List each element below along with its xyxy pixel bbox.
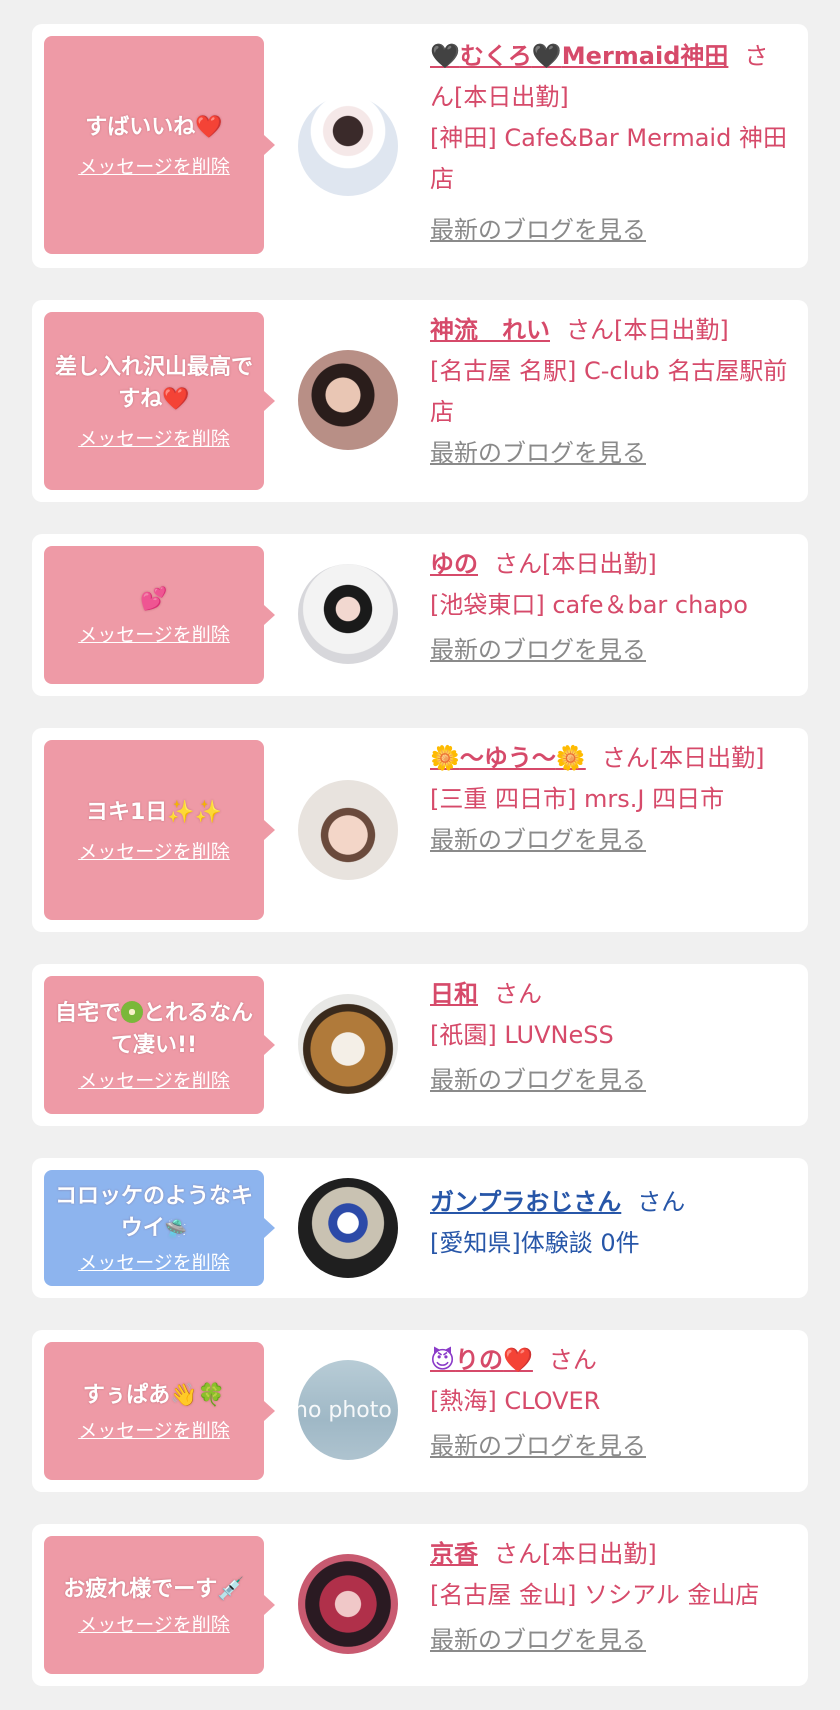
message-bubble: 💕 メッセージを削除	[44, 546, 275, 684]
shop-name: [名古屋 金山] ソシアル 金山店	[430, 1581, 760, 1609]
honorific: さん	[494, 1540, 542, 1568]
avatar[interactable]	[298, 96, 398, 196]
delete-message-link[interactable]: メッセージを削除	[78, 837, 230, 864]
reviewer-name-link[interactable]: ガンプラおじさん	[430, 1188, 621, 1216]
message-text: 💕	[140, 584, 167, 616]
list-item: 💕 メッセージを削除 ゆの さん[本日出勤] [池袋東口] cafe＆bar ch…	[32, 534, 808, 696]
delete-message-link[interactable]: メッセージを削除	[78, 1416, 230, 1443]
heart-icon: ❤️	[162, 386, 190, 412]
message-bubble: すばいいね❤️ メッセージを削除	[44, 36, 275, 254]
message-bubble: お疲れ様でーす💉 メッセージを削除	[44, 1536, 275, 1674]
flower-icon: 🌼	[555, 744, 586, 772]
delete-message-link[interactable]: メッセージを削除	[78, 1610, 230, 1637]
avatar[interactable]	[298, 780, 398, 880]
hearts-icon: 💕	[140, 586, 168, 612]
avatar[interactable]	[298, 564, 398, 664]
honorific: さん	[601, 744, 650, 772]
heart-icon: ❤️	[503, 1346, 533, 1374]
delete-message-link[interactable]: メッセージを削除	[78, 1248, 230, 1275]
ufo-icon: 🛸	[164, 1219, 188, 1240]
black-heart-icon: 🖤	[430, 42, 460, 70]
list-item: すばいいね❤️ メッセージを削除 🖤むくろ🖤Mermaid神田 さん[本日出勤] …	[32, 24, 808, 268]
delete-message-link[interactable]: メッセージを削除	[78, 1066, 230, 1093]
view-blog-link[interactable]: 最新のブログを見る	[430, 210, 790, 251]
view-blog-link[interactable]: 最新のブログを見る	[430, 820, 790, 861]
message-bubble: ヨキ1日✨✨ メッセージを削除	[44, 740, 275, 920]
no-photo-text: no photo	[298, 1398, 392, 1423]
kiwi-icon	[121, 1000, 143, 1023]
avatar[interactable]: no photo	[298, 1360, 398, 1460]
cast-info: 神流 れい さん[本日出勤] [名古屋 名駅] C-club 名古屋駅前店 最新の…	[430, 310, 790, 474]
black-heart-icon: 🖤	[531, 42, 562, 70]
avatar[interactable]	[298, 1178, 398, 1278]
cast-info: 日和 さん [祇園] LUVNeSS 最新のブログを見る	[430, 974, 790, 1101]
cast-name-link[interactable]: 🖤むくろ🖤Mermaid神田	[430, 42, 728, 70]
working-today-label: [本日出勤]	[649, 744, 765, 772]
avatar[interactable]	[298, 350, 398, 450]
sparkles-icon: ✨✨	[167, 799, 223, 825]
wave-clover-icon: 👋🍀	[170, 1382, 226, 1408]
message-list: すばいいね❤️ メッセージを削除 🖤むくろ🖤Mermaid神田 さん[本日出勤] …	[0, 0, 840, 1710]
view-blog-link[interactable]: 最新のブログを見る	[430, 630, 790, 671]
cast-info: 京香 さん[本日出勤] [名古屋 金山] ソシアル 金山店 最新のブログを見る	[430, 1534, 790, 1661]
view-blog-link[interactable]: 最新のブログを見る	[430, 433, 790, 474]
message-text: すばいいね❤️	[85, 114, 223, 140]
list-item: ヨキ1日✨✨ メッセージを削除 🌼～ゆう～🌼 さん[本日出勤] [三重 四日市] …	[32, 728, 808, 932]
honorific: さん	[494, 980, 542, 1008]
cast-info: 🖤むくろ🖤Mermaid神田 さん[本日出勤] [神田] Cafe&Bar Mer…	[430, 36, 790, 251]
shop-name: [三重 四日市] mrs.J 四日市	[430, 785, 725, 813]
view-blog-link[interactable]: 最新のブログを見る	[430, 1426, 790, 1467]
view-blog-link[interactable]: 最新のブログを見る	[430, 1620, 790, 1661]
honorific: さん	[566, 316, 614, 344]
message-text: コロッケのようなキウイ🛸	[54, 1184, 253, 1241]
avatar[interactable]	[298, 994, 398, 1094]
delete-message-link[interactable]: メッセージを削除	[78, 424, 230, 451]
cast-name-link[interactable]: 京香	[430, 1540, 478, 1568]
cast-info: ガンプラおじさん さん [愛知県]体験談 0件	[430, 1182, 790, 1264]
cast-info: 😈りの❤️ さん [熱海] CLOVER 最新のブログを見る	[430, 1340, 790, 1467]
message-text: 自宅で とれるなんて凄い!!	[54, 1000, 254, 1058]
message-bubble: コロッケのようなキウイ🛸 メッセージを削除	[44, 1170, 275, 1286]
cast-name-link[interactable]: 😈りの❤️	[430, 1346, 533, 1374]
view-blog-link[interactable]: 最新のブログを見る	[430, 1060, 790, 1101]
message-text: 差し入れ沢山最高ですね❤️	[54, 354, 253, 412]
working-today-label: [本日出勤]	[614, 316, 729, 344]
working-today-label: [本日出勤]	[542, 1540, 657, 1568]
shop-name: [祇園] LUVNeSS	[430, 1021, 614, 1049]
shop-name: [熱海] CLOVER	[430, 1387, 601, 1415]
working-today-label: [本日出勤]	[542, 550, 657, 578]
list-item: 自宅で とれるなんて凄い!! メッセージを削除 日和 さん [祇園] LUVNeSS…	[32, 964, 808, 1126]
cast-name-link[interactable]: 日和	[430, 980, 478, 1008]
shop-name: [池袋東口] cafe＆bar chapo	[430, 591, 748, 619]
list-item: 差し入れ沢山最高ですね❤️ メッセージを削除 神流 れい さん[本日出勤] [名古…	[32, 300, 808, 502]
cast-info: ゆの さん[本日出勤] [池袋東口] cafe＆bar chapo 最新のブログを…	[430, 544, 790, 671]
message-text: ヨキ1日✨✨	[85, 799, 223, 825]
review-count: [愛知県]体験談 0件	[430, 1229, 640, 1257]
avatar[interactable]	[298, 1554, 398, 1654]
message-text: すぅぱあ👋🍀	[82, 1382, 226, 1408]
heart-icon: ❤️	[195, 114, 223, 140]
shop-name: [名古屋 名駅] C-club 名古屋駅前店	[430, 357, 788, 426]
cast-name-link[interactable]: 🌼～ゆう～🌼	[430, 744, 586, 772]
cast-info: 🌼～ゆう～🌼 さん[本日出勤] [三重 四日市] mrs.J 四日市 最新のブログ…	[430, 738, 790, 861]
honorific: さん	[494, 550, 542, 578]
devil-icon: 😈	[430, 1346, 456, 1374]
honorific: さん	[548, 1346, 597, 1374]
shop-name: [神田] Cafe&Bar Mermaid 神田店	[430, 124, 787, 193]
cast-name-link[interactable]: ゆの	[430, 550, 478, 578]
message-bubble: 自宅で とれるなんて凄い!! メッセージを削除	[44, 976, 275, 1114]
working-today-label: [本日出勤]	[454, 83, 569, 111]
list-item: すぅぱあ👋🍀 メッセージを削除 no photo 😈りの❤️ さん [熱海] CL…	[32, 1330, 808, 1492]
message-bubble: 差し入れ沢山最高ですね❤️ メッセージを削除	[44, 312, 275, 490]
list-item: コロッケのようなキウイ🛸 メッセージを削除 ガンプラおじさん さん [愛知県]体験…	[32, 1158, 808, 1298]
message-bubble: すぅぱあ👋🍀 メッセージを削除	[44, 1342, 275, 1480]
syringe-icon: 💉	[217, 1576, 245, 1602]
honorific: さん	[637, 1188, 686, 1216]
delete-message-link[interactable]: メッセージを削除	[78, 152, 230, 179]
message-text: お疲れ様でーす💉	[63, 1576, 245, 1602]
cast-name-link[interactable]: 神流 れい	[430, 316, 550, 344]
flower-icon: 🌼	[430, 744, 460, 772]
delete-message-link[interactable]: メッセージを削除	[78, 620, 230, 647]
list-item: お疲れ様でーす💉 メッセージを削除 京香 さん[本日出勤] [名古屋 金山] ソシ…	[32, 1524, 808, 1686]
